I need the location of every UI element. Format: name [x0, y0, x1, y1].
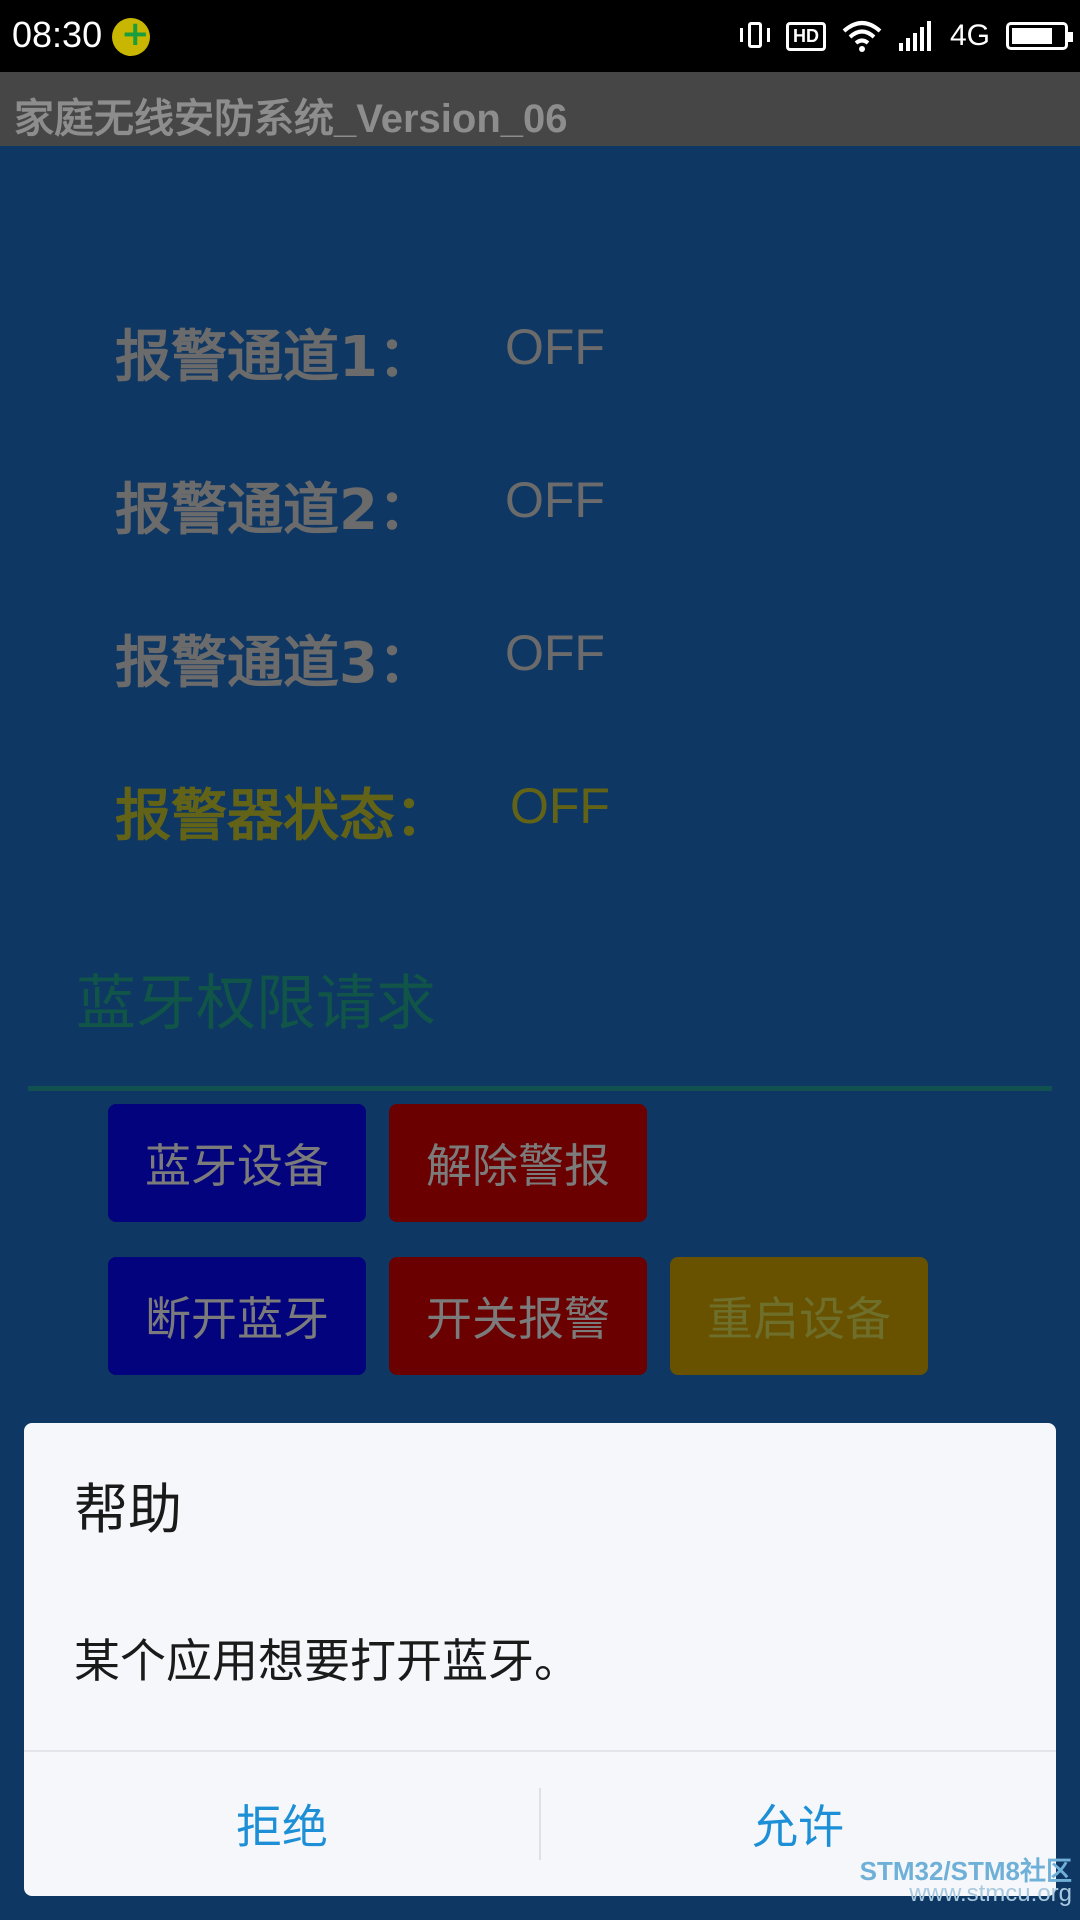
dialog-title: 帮助 — [74, 1478, 182, 1541]
alarm-status-label: 报警器状态： — [115, 784, 451, 849]
app-title: 家庭无线安防系统_Version_06 — [14, 97, 568, 141]
bluetooth-permission-dialog: 帮助 某个应用想要打开蓝牙。 拒绝 允许 — [24, 1423, 1056, 1896]
heading-divider — [28, 1086, 1052, 1091]
disconnect-bluetooth-button[interactable]: 断开蓝牙 — [108, 1257, 366, 1375]
app-notification-icon — [112, 14, 150, 56]
signal-icon — [898, 21, 931, 51]
dialog-message: 某个应用想要打开蓝牙。 — [74, 1634, 580, 1688]
hd-icon: HD — [785, 21, 826, 51]
network-type: 4G — [949, 19, 990, 52]
status-time: 08:30 — [12, 14, 103, 55]
deny-button[interactable]: 拒绝 — [24, 1752, 540, 1896]
bluetooth-devices-button[interactable]: 蓝牙设备 — [108, 1104, 366, 1222]
channel-value: OFF — [505, 472, 605, 528]
channel-label: 报警通道2： — [115, 478, 434, 543]
wifi-icon — [842, 21, 882, 52]
vibrate-icon — [739, 20, 770, 52]
channel-label: 报警通道1： — [115, 325, 434, 390]
clear-alarm-button[interactable]: 解除警报 — [389, 1104, 647, 1222]
app-title-bar: 家庭无线安防系统_Version_06 — [0, 72, 1080, 146]
channel-label: 报警通道3： — [115, 631, 434, 696]
status-icons: HD 4G — [739, 16, 1073, 56]
toggle-alarm-button[interactable]: 开关报警 — [389, 1257, 647, 1375]
channel-value: OFF — [505, 625, 605, 681]
status-bar: 08:30 HD 4G — [0, 0, 1080, 72]
watermark: STM32/STM8社区 www.stmcu.org — [860, 1858, 1072, 1906]
restart-device-button[interactable]: 重启设备 — [670, 1257, 928, 1375]
alarm-status-value: OFF — [510, 778, 610, 834]
bluetooth-permission-heading: 蓝牙权限请求 — [76, 969, 436, 1039]
battery-icon — [1006, 22, 1073, 50]
channel-value: OFF — [505, 319, 605, 375]
battery-level-fill — [1012, 28, 1052, 44]
